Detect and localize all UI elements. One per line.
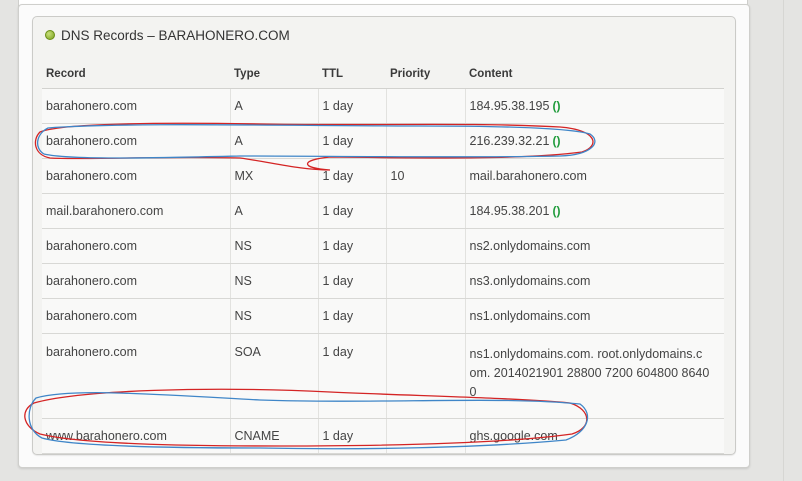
dns-records-table: Record Type TTL Priority Content barahon… (42, 60, 724, 454)
cell-type: A (229, 88, 318, 124)
cell-content: ns1.onlydomains.com. root.onlydomains.c o… (464, 333, 724, 419)
cell-record: mail.barahonero.com (42, 193, 230, 229)
table-row[interactable]: barahonero.com NS 1 day ns2.onlydomains.… (42, 228, 724, 264)
table-row[interactable]: barahonero.com NS 1 day ns1.onlydomains.… (42, 298, 724, 334)
column-header-type[interactable]: Type (230, 60, 318, 89)
cell-priority (385, 333, 465, 419)
cell-type: A (229, 123, 318, 159)
cell-ttl: 1 day (317, 123, 386, 159)
content-line: 0 (469, 385, 477, 399)
table-row[interactable]: www.barahonero.com CNAME 1 day ghs.googl… (42, 418, 724, 454)
column-header-content[interactable]: Content (465, 60, 724, 89)
content-line: ns1.onlydomains.com. root.onlydomains.c (469, 347, 703, 361)
cell-content: 184.95.38.201() (464, 193, 724, 229)
cell-ttl: 1 day (317, 298, 386, 334)
cell-content: 184.95.38.195() (464, 88, 724, 124)
cell-ttl: 1 day (317, 88, 386, 124)
cell-priority (385, 228, 465, 264)
status-dot-icon (45, 30, 55, 40)
cell-content: 216.239.32.21() (464, 123, 724, 159)
cell-priority: 10 (385, 158, 465, 194)
page-divider (783, 0, 784, 481)
cell-ttl: 1 day (317, 193, 386, 229)
cell-type: MX (229, 158, 318, 194)
column-header-ttl[interactable]: TTL (318, 60, 386, 89)
cell-ttl: 1 day (317, 263, 386, 299)
cell-priority (385, 418, 465, 454)
panel-header: DNS Records – BARAHONERO.COM (33, 17, 735, 53)
table-header-row: Record Type TTL Priority Content (42, 60, 724, 89)
cell-priority (385, 263, 465, 299)
table-row[interactable]: barahonero.com A 1 day 184.95.38.195() (42, 88, 724, 124)
cell-record: barahonero.com (42, 123, 230, 159)
cell-type: NS (229, 228, 318, 264)
cell-content: ghs.google.com (464, 418, 724, 454)
cell-record: barahonero.com (42, 333, 230, 419)
content-text: ns3.onlydomains.com (469, 274, 591, 288)
cell-content: ns2.onlydomains.com (464, 228, 724, 264)
cell-content: mail.barahonero.com (464, 158, 724, 194)
table-row[interactable]: mail.barahonero.com A 1 day 184.95.38.20… (42, 193, 724, 229)
cell-record: barahonero.com (42, 298, 230, 334)
cell-priority (385, 88, 465, 124)
content-text: 184.95.38.195 (469, 99, 550, 113)
cell-content: ns3.onlydomains.com (464, 263, 724, 299)
cell-type: NS (229, 298, 318, 334)
content-text: ghs.google.com (469, 429, 558, 443)
cell-type: SOA (229, 333, 318, 419)
cell-ttl: 1 day (317, 158, 386, 194)
cell-ttl: 1 day (317, 333, 386, 419)
column-header-record[interactable]: Record (42, 60, 230, 89)
cell-type: CNAME (229, 418, 318, 454)
cell-type: NS (229, 263, 318, 299)
cell-priority (385, 298, 465, 334)
cell-record: barahonero.com (42, 228, 230, 264)
content-text: 216.239.32.21 (469, 134, 550, 148)
ip-lookup-icon[interactable]: () (552, 99, 560, 113)
cell-record: barahonero.com (42, 158, 230, 194)
cell-record: barahonero.com (42, 88, 230, 124)
cell-priority (385, 193, 465, 229)
content-line: om. 2014021901 28800 7200 604800 8640 (469, 366, 710, 380)
cell-ttl: 1 day (317, 228, 386, 264)
content-text: ns1.onlydomains.com (469, 309, 591, 323)
table-row[interactable]: barahonero.com A 1 day 216.239.32.21() (42, 123, 724, 159)
table-row[interactable]: barahonero.com NS 1 day ns3.onlydomains.… (42, 263, 724, 299)
cell-type: A (229, 193, 318, 229)
cell-record: www.barahonero.com (42, 418, 230, 454)
ip-lookup-icon[interactable]: () (552, 134, 560, 148)
cell-priority (385, 123, 465, 159)
content-text: ns2.onlydomains.com (469, 239, 591, 253)
cell-record: barahonero.com (42, 263, 230, 299)
table-row[interactable]: barahonero.com MX 1 day 10 mail.barahone… (42, 158, 724, 194)
ip-lookup-icon[interactable]: () (552, 204, 560, 218)
table-row[interactable]: barahonero.com SOA 1 day ns1.onlydomains… (42, 333, 724, 419)
content-text: 184.95.38.201 (469, 204, 550, 218)
content-text: mail.barahonero.com (469, 169, 587, 183)
cell-ttl: 1 day (317, 418, 386, 454)
column-header-priority[interactable]: Priority (386, 60, 465, 89)
cell-content: ns1.onlydomains.com (464, 298, 724, 334)
panel-title: DNS Records – BARAHONERO.COM (61, 27, 290, 43)
